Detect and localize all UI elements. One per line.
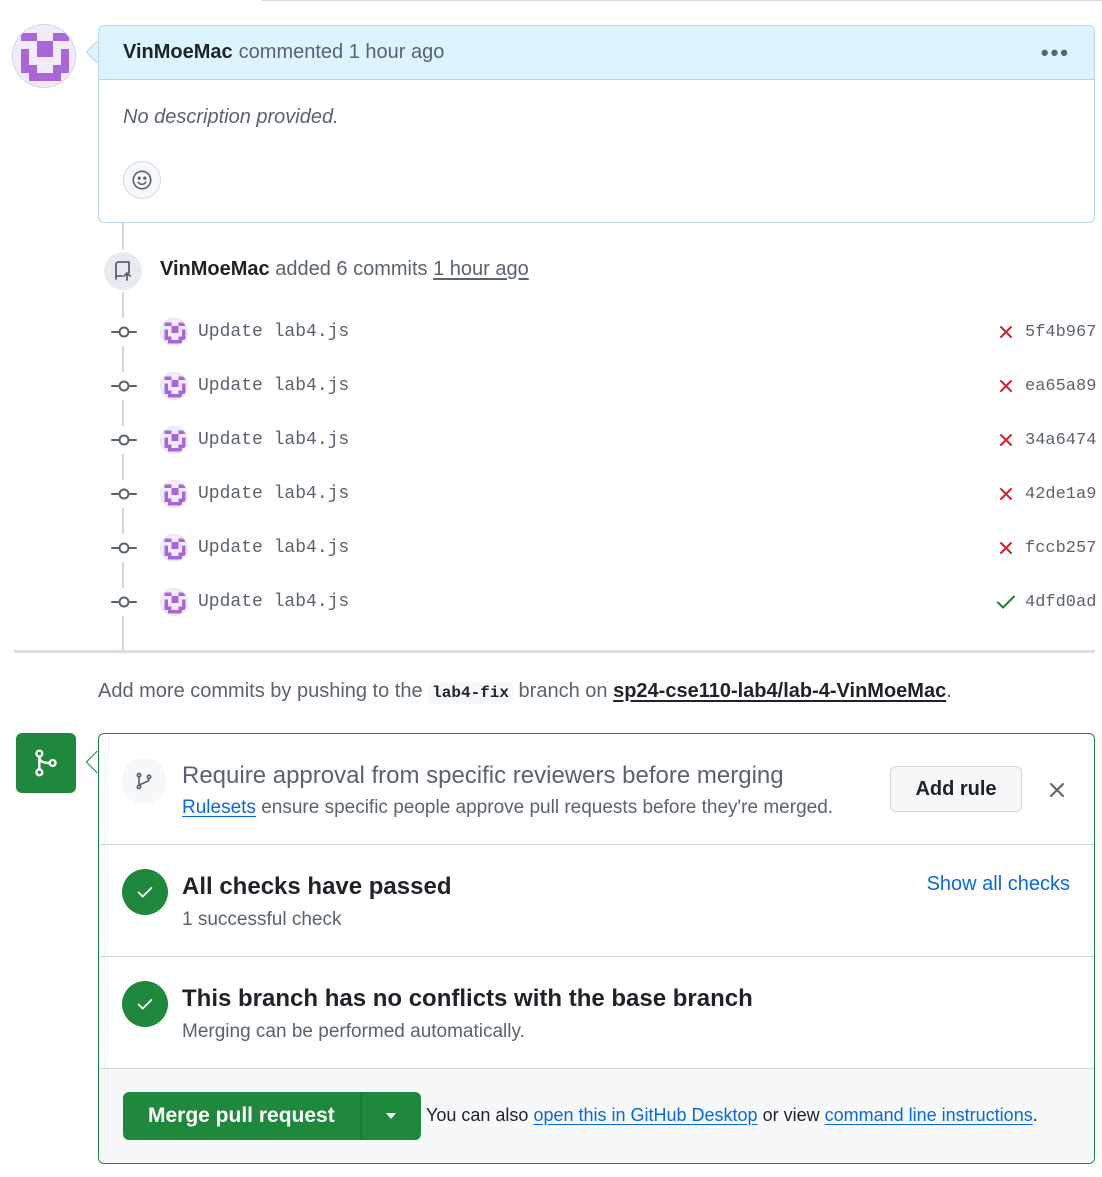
commit-author-avatar[interactable] (160, 480, 188, 508)
add-reaction-button[interactable] (123, 161, 161, 199)
git-commit-icon (110, 588, 138, 616)
commit-author-avatar[interactable] (160, 534, 188, 562)
git-commit-icon (110, 534, 138, 562)
comment-header: VinMoeMac commented 1 hour ago ••• (99, 26, 1094, 80)
comment-author[interactable]: VinMoeMac (123, 41, 233, 64)
git-commit-icon (110, 480, 138, 508)
push-author[interactable]: VinMoeMac (160, 258, 270, 280)
merge-alternatives: You can also open this in GitHub Desktop… (426, 1105, 1038, 1126)
checks-subtitle: 1 successful check (182, 909, 342, 930)
commit-row: Update lab4.js 4dfd0ad (110, 584, 1096, 620)
merge-alt-middle: or view (762, 1105, 820, 1125)
check-circle-icon (122, 981, 168, 1027)
more-options-icon[interactable]: ••• (1041, 40, 1070, 66)
conflicts-title: This branch has no conflicts with the ba… (182, 985, 753, 1012)
commit-sha-link[interactable]: 34a6474 (1025, 431, 1096, 450)
add-rule-button[interactable]: Add rule (890, 766, 1022, 812)
conflicts-subtitle: Merging can be performed automatically. (182, 1021, 525, 1042)
commit-sha-link[interactable]: fccb257 (1025, 539, 1096, 558)
checks-title: All checks have passed (182, 873, 452, 900)
commit-sha-link[interactable]: 42de1a9 (1025, 485, 1096, 504)
commit-row: Update lab4.js fccb257 (110, 530, 1096, 566)
commit-author-avatar[interactable] (160, 426, 188, 454)
push-hint-suffix: . (946, 680, 952, 702)
top-divider (262, 0, 1102, 1)
x-icon[interactable] (995, 429, 1017, 451)
branch-name[interactable]: lab4-fix (428, 682, 513, 704)
commit-author-avatar[interactable] (160, 318, 188, 346)
check-icon[interactable] (995, 591, 1017, 613)
comment-body: No description provided. (123, 106, 339, 128)
commit-sha-link[interactable]: 4dfd0ad (1025, 593, 1096, 612)
x-icon[interactable] (995, 483, 1017, 505)
conflicts-section: This branch has no conflicts with the ba… (99, 957, 1094, 1069)
ruleset-desc-text: ensure specific people approve pull requ… (261, 797, 834, 818)
commit-author-avatar[interactable] (160, 372, 188, 400)
rulesets-link[interactable]: Rulesets (182, 797, 256, 818)
comment-card: VinMoeMac commented 1 hour ago ••• No de… (98, 25, 1095, 223)
merge-alt-suffix: . (1032, 1105, 1038, 1125)
merge-button-group: Merge pull request (123, 1092, 421, 1140)
push-hint-prefix: Add more commits by pushing to the (98, 680, 423, 702)
timeline-divider (14, 650, 1095, 653)
merge-alt-prefix: You can also (426, 1105, 529, 1125)
commit-message-link[interactable]: Update lab4.js (198, 430, 349, 450)
git-commit-icon (110, 318, 138, 346)
merge-box: Require approval from specific reviewers… (98, 733, 1095, 1164)
commit-author-avatar[interactable] (160, 588, 188, 616)
triangle-down-icon (386, 1113, 397, 1119)
x-icon[interactable] (995, 321, 1017, 343)
checks-section: All checks have passed 1 successful chec… (99, 845, 1094, 957)
commit-sha-link[interactable]: 5f4b967 (1025, 323, 1096, 342)
author-avatar[interactable] (12, 24, 76, 88)
commit-sha-link[interactable]: ea65a89 (1025, 377, 1096, 396)
commit-message-link[interactable]: Update lab4.js (198, 376, 349, 396)
git-branch-icon (121, 758, 167, 804)
x-icon[interactable] (995, 537, 1017, 559)
close-icon[interactable] (1045, 778, 1069, 802)
commit-row: Update lab4.js ea65a89 (110, 368, 1096, 404)
repo-push-icon (102, 250, 144, 292)
show-all-checks-link[interactable]: Show all checks (927, 873, 1070, 896)
command-line-instructions-link[interactable]: command line instructions (825, 1105, 1033, 1125)
merge-method-dropdown[interactable] (360, 1092, 421, 1140)
git-commit-icon (110, 372, 138, 400)
commit-message-link[interactable]: Update lab4.js (198, 322, 349, 342)
ruleset-title: Require approval from specific reviewers… (182, 762, 784, 789)
commit-message-link[interactable]: Update lab4.js (198, 484, 349, 504)
commit-row: Update lab4.js 5f4b967 (110, 314, 1096, 350)
push-event: VinMoeMac added 6 commits 1 hour ago (160, 258, 529, 281)
comment-meta: commented 1 hour ago (238, 41, 445, 63)
push-action: added 6 commits (275, 258, 428, 280)
smiley-icon (132, 170, 152, 190)
ruleset-suggestion: Require approval from specific reviewers… (99, 734, 1094, 845)
x-icon[interactable] (995, 375, 1017, 397)
git-commit-icon (110, 426, 138, 454)
git-merge-icon (16, 733, 76, 793)
merge-action-section: Merge pull request You can also open thi… (99, 1069, 1094, 1163)
ruleset-description: Rulesets ensure specific people approve … (182, 797, 833, 819)
commit-row: Update lab4.js 42de1a9 (110, 476, 1096, 512)
repo-link[interactable]: sp24-cse110-lab4/lab-4-VinMoeMac (613, 680, 946, 702)
check-circle-icon (122, 869, 168, 915)
push-time-link[interactable]: 1 hour ago (433, 258, 529, 280)
commit-row: Update lab4.js 34a6474 (110, 422, 1096, 458)
merge-pull-request-button[interactable]: Merge pull request (123, 1092, 361, 1140)
commit-message-link[interactable]: Update lab4.js (198, 538, 349, 558)
open-github-desktop-link[interactable]: open this in GitHub Desktop (533, 1105, 757, 1125)
push-hint: Add more commits by pushing to the lab4-… (98, 680, 952, 704)
commit-message-link[interactable]: Update lab4.js (198, 592, 349, 612)
push-hint-middle: branch on (518, 680, 608, 702)
